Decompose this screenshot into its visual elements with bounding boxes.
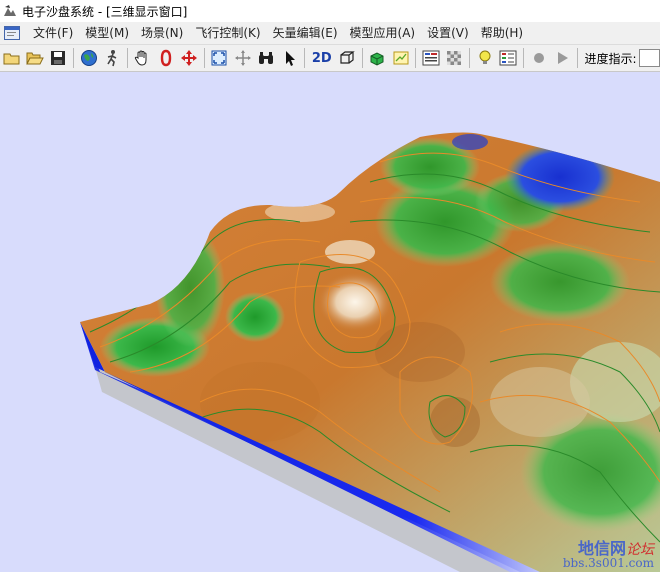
- green-box-icon[interactable]: [367, 47, 388, 69]
- window-title: 电子沙盘系统 - [三维显示窗口]: [22, 4, 188, 19]
- walk-icon[interactable]: [101, 47, 122, 69]
- stop-icon[interactable]: [528, 47, 549, 69]
- menu-settings[interactable]: 设置(V): [421, 23, 475, 43]
- toolbar-separator: [203, 48, 205, 68]
- play-icon[interactable]: [551, 47, 572, 69]
- menu-model-application[interactable]: 模型应用(A): [344, 23, 422, 43]
- 3d-view-canvas[interactable]: 地信网论坛 bbs.3s001.com: [0, 72, 660, 572]
- menu-flight-control[interactable]: 飞行控制(K): [189, 23, 266, 43]
- view-2d-label: 2D: [311, 50, 332, 66]
- menu-bar: 文件(F) 模型(M) 场景(N) 飞行控制(K) 矢量编辑(E) 模型应用(A…: [0, 22, 660, 44]
- pointer-icon[interactable]: [279, 47, 300, 69]
- title-bar: 电子沙盘系统 - [三维显示窗口]: [0, 0, 660, 22]
- main-toolbar: 2D 进度指示:: [0, 44, 660, 72]
- menu-vector-edit[interactable]: 矢量编辑(E): [267, 23, 344, 43]
- layer-icon[interactable]: [390, 47, 411, 69]
- open-folder-icon[interactable]: [24, 47, 45, 69]
- move-arrows-icon[interactable]: [178, 47, 199, 69]
- view-2d-button[interactable]: 2D: [309, 47, 334, 69]
- terrain-3d-model[interactable]: [0, 72, 660, 572]
- toolbar-separator: [522, 48, 524, 68]
- document-window-icon[interactable]: [3, 24, 21, 42]
- list-settings-icon[interactable]: [420, 47, 441, 69]
- globe-icon[interactable]: [78, 47, 99, 69]
- cross-arrows-icon[interactable]: [232, 47, 253, 69]
- progress-indicator: [638, 49, 660, 67]
- progress-label: 进度指示:: [584, 51, 637, 66]
- checker-icon[interactable]: [444, 47, 465, 69]
- menu-model[interactable]: 模型(M): [79, 23, 135, 43]
- bulb-icon[interactable]: [474, 47, 495, 69]
- menu-scene[interactable]: 场景(N): [135, 23, 189, 43]
- toolbar-separator: [73, 48, 75, 68]
- full-extent-icon[interactable]: [209, 47, 230, 69]
- toolbar-separator: [304, 48, 306, 68]
- toolbar-separator: [469, 48, 471, 68]
- watermark-title-red: 论坛: [626, 541, 654, 558]
- pan-hand-icon[interactable]: [132, 47, 153, 69]
- toolbar-separator: [576, 48, 578, 68]
- app-logo-icon: [2, 3, 18, 19]
- toolbar-separator: [361, 48, 363, 68]
- save-icon[interactable]: [48, 47, 69, 69]
- toolbar-separator: [126, 48, 128, 68]
- binoculars-icon[interactable]: [256, 47, 277, 69]
- toolbar-separator: [415, 48, 417, 68]
- watermark-title: 地信网: [577, 538, 626, 558]
- rotate-icon[interactable]: [155, 47, 176, 69]
- menu-help[interactable]: 帮助(H): [475, 23, 529, 43]
- watermark-url: bbs.3s001.com: [562, 556, 654, 571]
- cube-icon[interactable]: [336, 47, 357, 69]
- new-file-icon[interactable]: [1, 47, 22, 69]
- watermark: 地信网论坛 bbs.3s001.com: [562, 538, 654, 571]
- legend-icon[interactable]: [498, 47, 519, 69]
- menu-file[interactable]: 文件(F): [27, 23, 79, 43]
